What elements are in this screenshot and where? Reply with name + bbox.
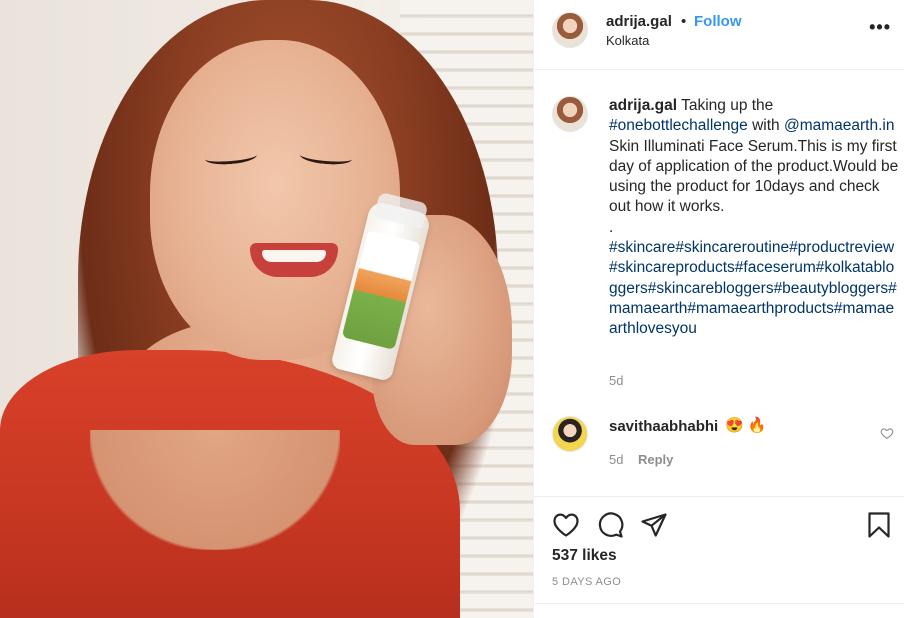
caption-hashtags[interactable]: #skincare#skincareroutine#productreview#… — [609, 238, 899, 339]
commenter-avatar[interactable] — [552, 416, 588, 452]
likes-count[interactable]: 537 likes — [552, 547, 617, 565]
photo-teeth — [262, 250, 326, 262]
comment-text: 😍 🔥 — [725, 417, 767, 434]
caption-hashtag-link[interactable]: #onebottlechallenge — [609, 117, 748, 134]
header-separator: • — [681, 13, 687, 30]
caption-username[interactable]: adrija.gal — [609, 97, 677, 114]
post-date[interactable]: 5 DAYS AGO — [552, 576, 621, 588]
comment-bubble-icon[interactable] — [596, 511, 624, 539]
comment-like-heart-icon[interactable] — [880, 426, 894, 440]
post-header: adrija.gal • Follow Kolkata ••• — [534, 0, 904, 70]
post-photo[interactable] — [0, 0, 533, 618]
author-username[interactable]: adrija.gal — [606, 13, 672, 30]
photo-neckline — [90, 430, 340, 550]
post-actions: 537 likes 5 DAYS AGO — [534, 496, 904, 618]
more-options-icon[interactable]: ••• — [869, 17, 891, 38]
comment-username[interactable]: savithaabhabhi — [609, 418, 718, 435]
caption-text-1: Taking up the — [681, 97, 774, 114]
caption-dot: . — [609, 218, 614, 236]
caption-author-avatar[interactable] — [552, 96, 588, 132]
follow-button[interactable]: Follow — [694, 13, 742, 30]
comment-timestamp[interactable]: 5d — [609, 452, 623, 467]
caption-text-3: Skin Illuminati Face Serum.This is my fi… — [609, 137, 899, 216]
post-location[interactable]: Kolkata — [606, 33, 649, 48]
paper-plane-icon[interactable] — [640, 511, 668, 539]
post-caption: adrija.gal Taking up the #onebottlechall… — [609, 96, 899, 340]
comment-box-divider — [534, 603, 904, 604]
bookmark-icon[interactable] — [865, 511, 893, 539]
caption-mention-link[interactable]: @mamaearth.in — [784, 117, 895, 134]
post-side-panel: adrija.gal • Follow Kolkata ••• adrija.g… — [533, 0, 904, 618]
comment-reply-button[interactable]: Reply — [638, 452, 673, 467]
caption-text-2: with — [752, 117, 780, 135]
author-avatar[interactable] — [552, 12, 588, 48]
like-heart-icon[interactable] — [552, 511, 580, 539]
caption-timestamp[interactable]: 5d — [609, 373, 623, 388]
